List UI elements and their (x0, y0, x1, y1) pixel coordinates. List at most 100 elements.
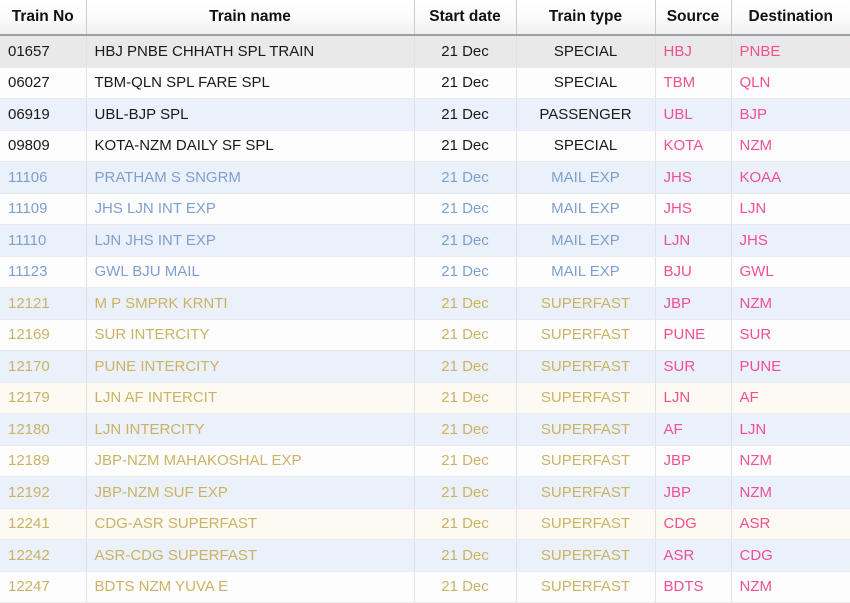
cell-start-date: 21 Dec (414, 193, 517, 225)
table-header: Train No Train name Start date Train type So… (0, 0, 850, 36)
cell-destination: NZM (731, 130, 850, 162)
cell-train-type: MAIL EXP (516, 256, 656, 288)
cell-source: CDG (655, 508, 732, 540)
cell-train-no: 06919 (0, 98, 87, 131)
column-header-destination[interactable]: Destination (731, 0, 850, 36)
column-header-start-date[interactable]: Start date (414, 0, 517, 36)
cell-train-no: 11106 (0, 161, 87, 194)
table-row[interactable]: 11110 LJN JHS INT EXP 21 Dec MAIL EXP LJN JHS (0, 224, 850, 257)
cell-train-type: SUPERFAST (516, 571, 656, 603)
cell-source: UBL (655, 98, 732, 131)
cell-train-name: TBM-QLN SPL FARE SPL (86, 67, 415, 99)
cell-train-no: 12121 (0, 287, 87, 320)
table-row[interactable]: 12170 PUNE INTERCITY 21 Dec SUPERFAST SUR PUN… (0, 350, 850, 383)
column-header-train-name[interactable]: Train name (86, 0, 415, 36)
cell-destination: QLN (731, 67, 850, 99)
cell-start-date: 21 Dec (414, 319, 517, 351)
cell-start-date: 21 Dec (414, 413, 517, 446)
table-row[interactable]: 12192 JBP-NZM SUF EXP 21 Dec SUPERFAST JBP NZ… (0, 476, 850, 509)
cell-train-no: 12169 (0, 319, 87, 351)
table-row[interactable]: 09809 KOTA-NZM DAILY SF SPL 21 Dec SPECIAL K… (0, 130, 850, 162)
cell-source: JHS (655, 193, 732, 225)
cell-destination: BJP (731, 98, 850, 131)
cell-destination: PUNE (731, 350, 850, 383)
table-row[interactable]: 12180 LJN INTERCITY 21 Dec SUPERFAST AF LJN (0, 413, 850, 446)
cell-train-type: SUPERFAST (516, 382, 656, 414)
cell-train-name: JBP-NZM MAHAKOSHAL EXP (86, 445, 415, 477)
cell-start-date: 21 Dec (414, 161, 517, 194)
cell-train-name: KOTA-NZM DAILY SF SPL (86, 130, 415, 162)
cell-destination: LJN (731, 413, 850, 446)
cell-train-no: 11110 (0, 224, 87, 257)
cell-train-type: MAIL EXP (516, 224, 656, 257)
cell-train-name: PRATHAM S SNGRM (86, 161, 415, 194)
cell-train-no: 12247 (0, 571, 87, 603)
cell-source: JBP (655, 476, 732, 509)
table-header-row: Train No Train name Start date Train type So… (0, 0, 850, 36)
cell-train-type: SUPERFAST (516, 287, 656, 320)
cell-train-name: JHS LJN INT EXP (86, 193, 415, 225)
cell-train-no: 11109 (0, 193, 87, 225)
cell-train-type: SUPERFAST (516, 539, 656, 572)
table-row[interactable]: 12121 M P SMPRK KRNTI 21 Dec SUPERFAST JBP NZ… (0, 287, 850, 320)
cell-train-no: 12170 (0, 350, 87, 383)
cell-train-no: 12242 (0, 539, 87, 572)
table-row[interactable]: 12169 SUR INTERCITY 21 Dec SUPERFAST PUNE SUR (0, 319, 850, 351)
cell-train-no: 12179 (0, 382, 87, 414)
cell-source: ASR (655, 539, 732, 572)
cell-destination: ASR (731, 508, 850, 540)
table-row[interactable]: 11123 GWL BJU MAIL 21 Dec MAIL EXP BJU GWL (0, 256, 850, 288)
table-row[interactable]: 12189 JBP-NZM MAHAKOSHAL EXP 21 Dec SUPERFA… (0, 445, 850, 477)
cell-train-no: 12180 (0, 413, 87, 446)
cell-train-type: SUPERFAST (516, 319, 656, 351)
cell-start-date: 21 Dec (414, 67, 517, 99)
cell-train-type: SUPERFAST (516, 476, 656, 509)
cell-destination: NZM (731, 287, 850, 320)
cell-train-type: PASSENGER (516, 98, 656, 131)
cell-train-name: LJN INTERCITY (86, 413, 415, 446)
cell-train-name: GWL BJU MAIL (86, 256, 415, 288)
column-header-source[interactable]: Source (655, 0, 732, 36)
table-row[interactable]: 12241 CDG-ASR SUPERFAST 21 Dec SUPERFAST CDG… (0, 508, 850, 540)
table-row[interactable]: 12247 BDTS NZM YUVA E 21 Dec SUPERFAST BDTS N… (0, 571, 850, 603)
cell-train-type: SPECIAL (516, 35, 656, 68)
cell-destination: NZM (731, 476, 850, 509)
cell-train-no: 01657 (0, 35, 87, 68)
cell-train-no: 11123 (0, 256, 87, 288)
table-row[interactable]: 11106 PRATHAM S SNGRM 21 Dec MAIL EXP JHS KOA… (0, 161, 850, 194)
cell-destination: NZM (731, 445, 850, 477)
cell-destination: JHS (731, 224, 850, 257)
cell-train-type: SPECIAL (516, 67, 656, 99)
cell-train-name: SUR INTERCITY (86, 319, 415, 351)
cell-source: JBP (655, 287, 732, 320)
cell-train-type: MAIL EXP (516, 193, 656, 225)
table-row[interactable]: 06027 TBM-QLN SPL FARE SPL 21 Dec SPECIAL TB… (0, 67, 850, 99)
cell-train-type: SPECIAL (516, 130, 656, 162)
cell-train-type: SUPERFAST (516, 445, 656, 477)
cell-train-name: UBL-BJP SPL (86, 98, 415, 131)
cell-start-date: 21 Dec (414, 445, 517, 477)
table-row[interactable]: 11109 JHS LJN INT EXP 21 Dec MAIL EXP JHS LJN (0, 193, 850, 225)
cell-train-name: BDTS NZM YUVA E (86, 571, 415, 603)
cell-start-date: 21 Dec (414, 350, 517, 383)
column-header-train-no[interactable]: Train No (0, 0, 87, 36)
cell-start-date: 21 Dec (414, 224, 517, 257)
cell-source: SUR (655, 350, 732, 383)
table-row[interactable]: 12179 LJN AF INTERCIT 21 Dec SUPERFAST LJN AF (0, 382, 850, 414)
cell-destination: NZM (731, 571, 850, 603)
cell-destination: KOAA (731, 161, 850, 194)
column-header-train-type[interactable]: Train type (516, 0, 656, 36)
cell-source: HBJ (655, 35, 732, 68)
cell-start-date: 21 Dec (414, 35, 517, 68)
cell-train-type: SUPERFAST (516, 508, 656, 540)
table-row[interactable]: 01657 HBJ PNBE CHHATH SPL TRAIN 21 Dec SPEC… (0, 35, 850, 68)
cell-start-date: 21 Dec (414, 508, 517, 540)
table-row[interactable]: 06919 UBL-BJP SPL 21 Dec PASSENGER UBL BJP (0, 98, 850, 131)
cell-train-name: PUNE INTERCITY (86, 350, 415, 383)
cell-train-no: 06027 (0, 67, 87, 99)
table-row[interactable]: 12242 ASR-CDG SUPERFAST 21 Dec SUPERFAST ASR… (0, 539, 850, 572)
cell-train-name: CDG-ASR SUPERFAST (86, 508, 415, 540)
cell-destination: CDG (731, 539, 850, 572)
cell-start-date: 21 Dec (414, 130, 517, 162)
cell-source: LJN (655, 224, 732, 257)
